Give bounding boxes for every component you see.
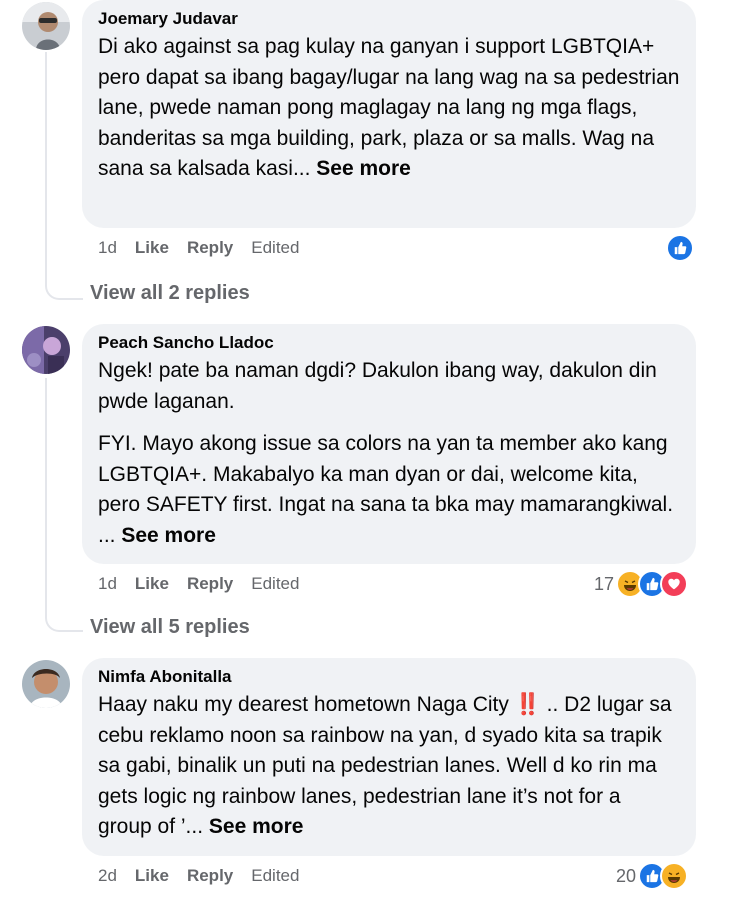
comment-time[interactable]: 1d: [98, 238, 117, 258]
reply-connector: [45, 608, 83, 632]
like-button[interactable]: Like: [135, 574, 169, 594]
reply-button[interactable]: Reply: [187, 238, 233, 258]
like-button[interactable]: Like: [135, 238, 169, 258]
view-replies-link[interactable]: View all 5 replies: [90, 616, 250, 639]
comment-author[interactable]: Joemary Judavar: [98, 8, 680, 30]
reply-connector: [45, 276, 83, 300]
see-more-link[interactable]: See more: [316, 157, 411, 180]
comment-actions: 2d Like Reply Edited: [98, 864, 317, 888]
reply-button[interactable]: Reply: [187, 574, 233, 594]
comment-time[interactable]: 1d: [98, 574, 117, 594]
comment-text: FYI. Mayo akong issue sa colors na yan t…: [98, 432, 674, 547]
haha-icon: [660, 862, 689, 890]
comment-actions: 1d Like Reply Edited: [98, 236, 317, 260]
see-more-link[interactable]: See more: [209, 815, 304, 838]
comment-text: Haay naku my dearest hometown Naga City …: [98, 693, 672, 838]
avatar[interactable]: [22, 326, 70, 374]
edited-label: Edited: [251, 238, 300, 257]
comment-bubble: Joemary Judavar Di ako against sa pag ku…: [82, 0, 696, 228]
comment-author[interactable]: Nimfa Abonitalla: [98, 666, 680, 688]
like-button[interactable]: Like: [135, 866, 169, 886]
thread-line: [45, 378, 47, 610]
comment-author[interactable]: Peach Sancho Lladoc: [98, 332, 680, 354]
view-replies-link[interactable]: View all 2 replies: [90, 282, 250, 305]
avatar[interactable]: [22, 660, 70, 708]
thread-line: [45, 52, 47, 276]
comment-bubble: Nimfa Abonitalla Haay naku my dearest ho…: [82, 658, 696, 856]
reaction-summary[interactable]: 17: [594, 570, 689, 598]
like-icon: [666, 234, 694, 262]
comment-text: Di ako against sa pag kulay na ganyan i …: [98, 35, 680, 180]
reaction-count: 20: [616, 865, 637, 886]
love-icon: [660, 570, 689, 598]
see-more-link[interactable]: See more: [121, 524, 216, 547]
comment-text: Ngek! pate ba naman dgdi? Dakulon ibang …: [98, 359, 657, 413]
edited-label: Edited: [251, 574, 300, 593]
avatar[interactable]: [22, 2, 70, 50]
reaction-summary[interactable]: [666, 234, 694, 262]
reaction-count: 17: [594, 573, 615, 594]
reaction-summary[interactable]: 20: [616, 862, 689, 890]
comment-bubble: Peach Sancho Lladoc Ngek! pate ba naman …: [82, 324, 696, 564]
comment-time[interactable]: 2d: [98, 866, 117, 886]
edited-label: Edited: [251, 866, 300, 885]
comment-actions: 1d Like Reply Edited: [98, 572, 317, 596]
reply-button[interactable]: Reply: [187, 866, 233, 886]
